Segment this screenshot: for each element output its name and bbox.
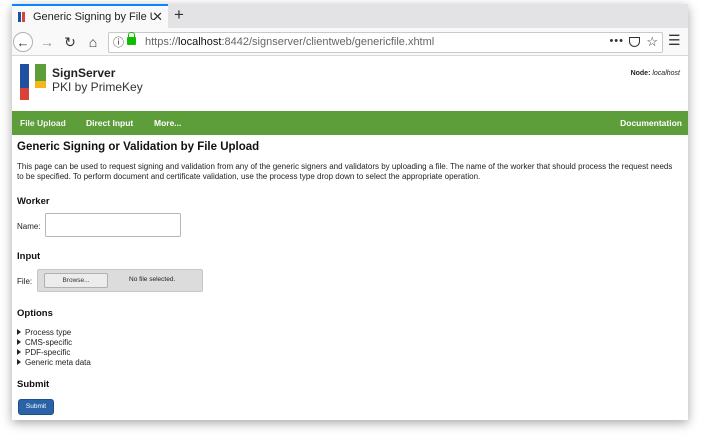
name-label: Name: <box>17 222 41 231</box>
home-icon[interactable]: ⌂ <box>83 32 103 52</box>
file-label: File: <box>17 277 33 286</box>
disclosure-triangle-icon <box>17 359 21 365</box>
url-text[interactable]: https://localhost:8442/signserver/client… <box>145 36 434 48</box>
menu-file-upload[interactable]: File Upload <box>20 118 66 128</box>
worker-name-input[interactable] <box>45 213 181 237</box>
tab-title: Generic Signing by File Up <box>33 11 155 23</box>
worker-heading: Worker <box>17 196 50 207</box>
main-content: Generic Signing or Validation by File Up… <box>17 141 683 415</box>
back-icon[interactable]: ← <box>13 32 33 52</box>
menu-direct-input[interactable]: Direct Input <box>86 118 133 128</box>
page-title: Generic Signing or Validation by File Up… <box>17 141 260 153</box>
option-cms-specific[interactable]: CMS-specific <box>17 338 72 347</box>
web-page: SignServer PKI by PrimeKey Node: localho… <box>12 56 688 420</box>
option-pdf-specific[interactable]: PDF-specific <box>17 348 70 357</box>
menu-documentation[interactable]: Documentation <box>620 118 682 128</box>
signserver-favicon-icon <box>18 12 26 22</box>
node-info: Node: localhost <box>630 70 680 77</box>
logo-subtitle: PKI by PrimeKey <box>52 80 143 94</box>
submit-button[interactable]: Submit <box>18 399 54 415</box>
options-heading: Options <box>17 308 53 319</box>
page-header: SignServer PKI by PrimeKey Node: localho… <box>12 56 688 111</box>
reload-icon[interactable]: ↻ <box>60 32 80 52</box>
browser-tab[interactable]: Generic Signing by File Up ✕ <box>12 4 168 28</box>
disclosure-triangle-icon <box>17 349 21 355</box>
file-input[interactable]: Browse... No file selected. <box>37 269 203 292</box>
browse-button[interactable]: Browse... <box>44 273 108 288</box>
tab-bar: Generic Signing by File Up ✕ + <box>12 4 688 28</box>
info-icon[interactable]: ⓘ <box>113 34 124 50</box>
file-status: No file selected. <box>129 276 176 283</box>
pocket-icon[interactable] <box>629 37 640 47</box>
disclosure-triangle-icon <box>17 339 21 345</box>
new-tab-icon[interactable]: + <box>174 5 184 25</box>
close-tab-icon[interactable]: ✕ <box>152 9 163 25</box>
bookmark-star-icon[interactable]: ☆ <box>646 34 658 50</box>
option-generic-meta-data[interactable]: Generic meta data <box>17 358 91 367</box>
main-menu: File Upload Direct Input More... Documen… <box>12 111 688 135</box>
signserver-logo-icon <box>20 64 46 100</box>
hamburger-menu-icon[interactable]: ☰ <box>668 32 681 49</box>
option-process-type[interactable]: Process type <box>17 328 71 337</box>
lock-icon[interactable] <box>127 32 136 45</box>
forward-icon[interactable]: → <box>37 32 57 52</box>
url-bar[interactable]: ⓘ https://localhost:8442/signserver/clie… <box>108 32 663 53</box>
navigation-toolbar: ← → ↻ ⌂ ⓘ https://localhost:8442/signser… <box>12 28 688 56</box>
submit-heading: Submit <box>17 379 50 390</box>
page-actions-icon[interactable]: ••• <box>609 35 624 47</box>
browser-window: Generic Signing by File Up ✕ + ← → ↻ ⌂ ⓘ… <box>12 4 688 420</box>
page-description: This page can be used to request signing… <box>17 162 673 181</box>
logo-title: SignServer <box>52 66 116 80</box>
disclosure-triangle-icon <box>17 329 21 335</box>
menu-more[interactable]: More... <box>154 118 181 128</box>
input-heading: Input <box>17 251 41 262</box>
